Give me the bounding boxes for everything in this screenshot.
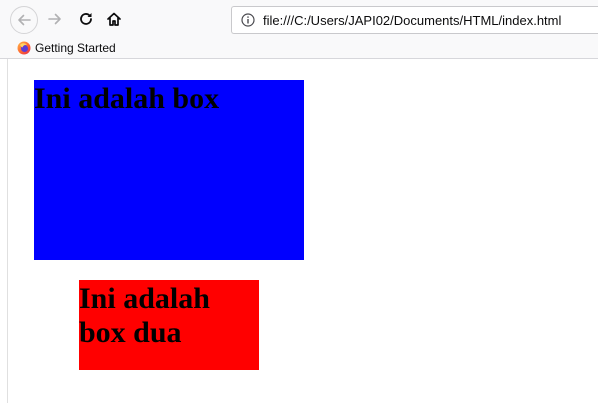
home-icon bbox=[107, 12, 121, 26]
box-two: Ini adalah box dua bbox=[79, 280, 259, 370]
home-button[interactable] bbox=[101, 6, 127, 32]
back-button[interactable] bbox=[10, 6, 38, 34]
firefox-icon bbox=[17, 41, 31, 55]
arrow-left-icon bbox=[18, 14, 31, 26]
reload-icon bbox=[80, 13, 92, 25]
navigation-toolbar: file:///C:/Users/JAPI02/Documents/HTML/i… bbox=[0, 0, 598, 38]
url-text[interactable]: file:///C:/Users/JAPI02/Documents/HTML/i… bbox=[263, 13, 561, 28]
info-icon[interactable] bbox=[241, 13, 255, 27]
browser-window: file:///C:/Users/JAPI02/Documents/HTML/i… bbox=[0, 0, 598, 403]
address-bar[interactable]: file:///C:/Users/JAPI02/Documents/HTML/i… bbox=[231, 6, 598, 34]
reload-button[interactable] bbox=[73, 6, 99, 32]
arrow-right-icon bbox=[48, 13, 61, 25]
bookmark-label: Getting Started bbox=[35, 41, 116, 55]
forward-button[interactable] bbox=[42, 6, 68, 32]
box-two-heading: Ini adalah box dua bbox=[79, 282, 210, 349]
bookmark-getting-started[interactable]: Getting Started bbox=[17, 40, 116, 56]
bookmarks-toolbar: Getting Started bbox=[0, 38, 598, 59]
box-one: Ini adalah box bbox=[34, 80, 304, 260]
box-one-heading: Ini adalah box bbox=[34, 82, 220, 115]
page-left-edge bbox=[0, 59, 8, 403]
